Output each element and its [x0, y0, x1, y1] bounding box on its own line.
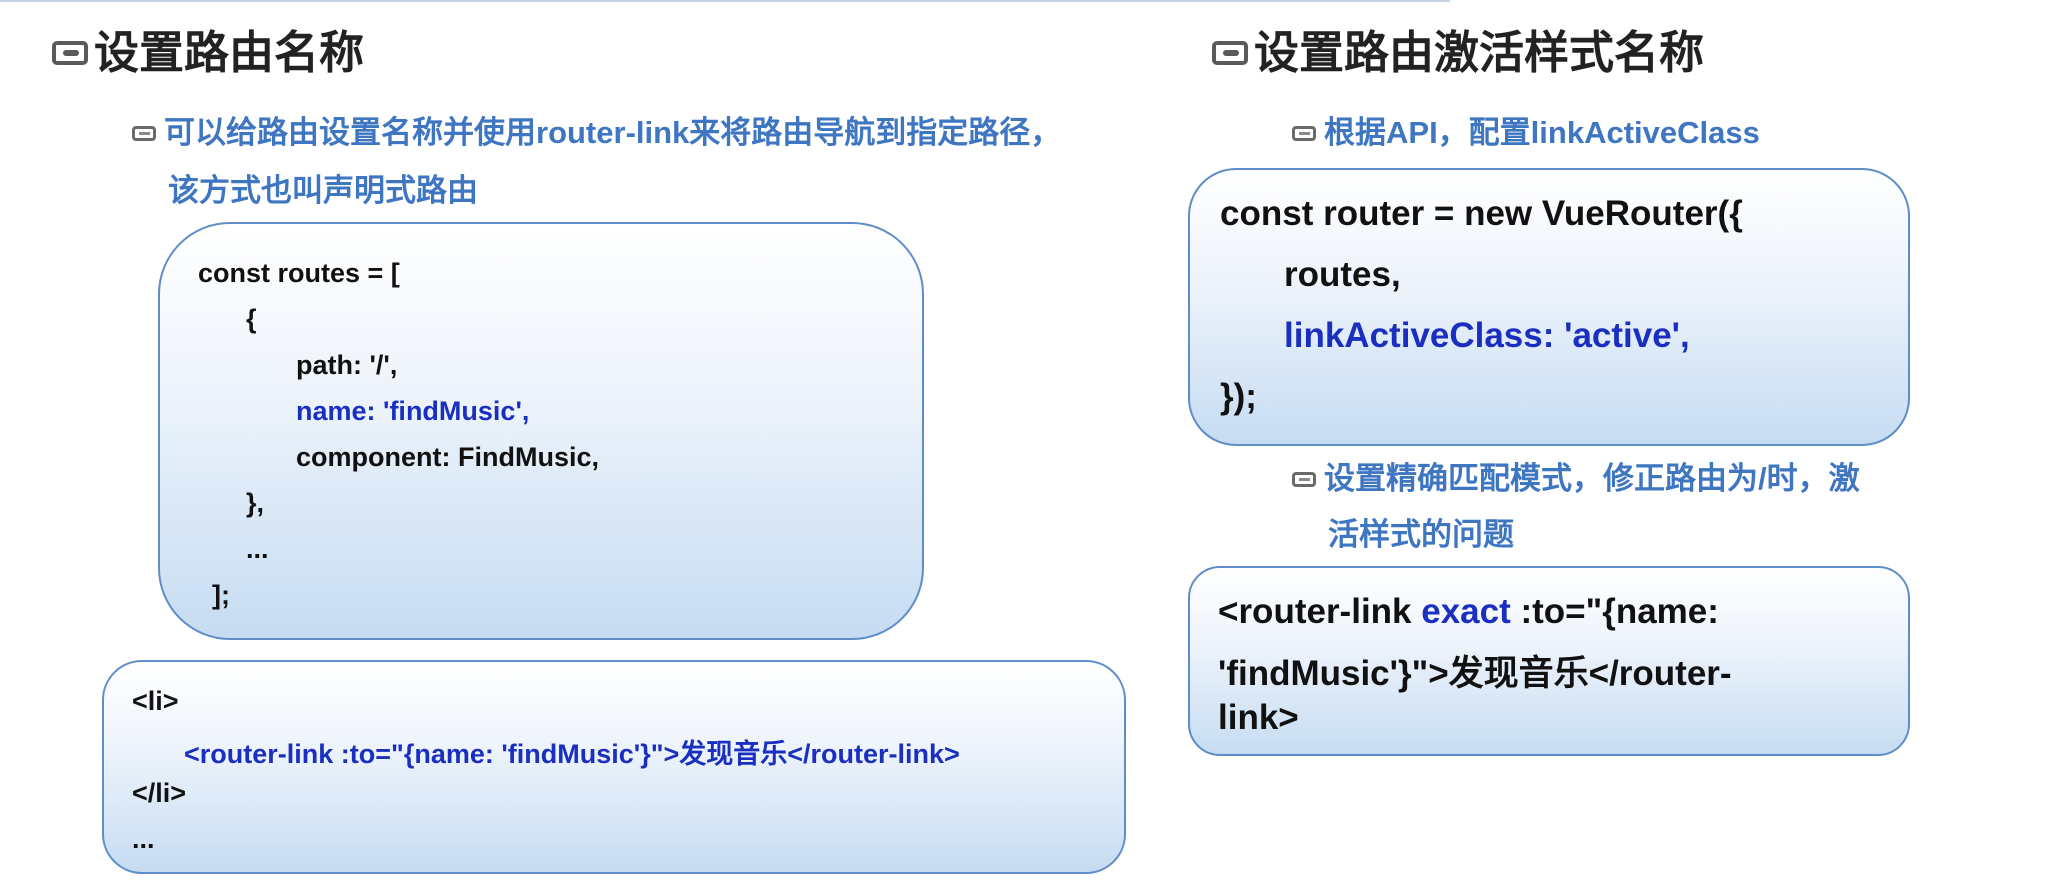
- code-line: routes,: [1284, 255, 1401, 294]
- code-fragment: :to="{name:: [1510, 592, 1719, 631]
- bullet-icon: [1292, 126, 1316, 141]
- code-line: <li>: [132, 686, 179, 716]
- right-bullet-2-line1: 设置精确匹配模式，修正路由为/时，激: [1324, 461, 1860, 496]
- code-line: <router-link exact :to="{name:: [1218, 592, 1719, 632]
- left-bullet: 可以给路由设置名称并使用router-link来将路由导航到指定路径，: [132, 104, 1061, 162]
- code-line: link>: [1218, 698, 1299, 737]
- code-fragment: <router-link: [1218, 592, 1422, 631]
- slide-bullet-icon: [52, 40, 88, 65]
- router-code-box: const router = new VueRouter({ routes, l…: [1188, 168, 1910, 446]
- code-line: });: [1220, 377, 1257, 416]
- code-line: ...: [246, 534, 269, 564]
- slide-bullet-icon: [1212, 40, 1248, 65]
- right-section-title: 设置路由激活样式名称: [1212, 30, 1704, 75]
- code-line: 'findMusic'}">发现音乐</router-: [1218, 654, 1732, 693]
- code-line: {: [246, 304, 257, 334]
- code-line: component: FindMusic,: [296, 442, 599, 472]
- right-bullet-1-text: 根据API，配置linkActiveClass: [1324, 115, 1760, 150]
- code-line-highlight: linkActiveClass: 'active',: [1284, 316, 1690, 355]
- code-line: path: '/',: [296, 350, 398, 380]
- left-section-title: 设置路由名称: [52, 30, 364, 75]
- exact-code-box: <router-link exact :to="{name: 'findMusi…: [1188, 566, 1910, 756]
- code-line-highlight: name: 'findMusic',: [296, 396, 530, 426]
- right-title-text: 设置路由激活样式名称: [1254, 27, 1705, 78]
- left-bullet-line1: 可以给路由设置名称并使用router-link来将路由导航到指定路径，: [164, 115, 1062, 150]
- left-bullet-line2: 该方式也叫声明式路由: [168, 173, 478, 208]
- top-divider: [0, 0, 1450, 2]
- code-line: ...: [132, 824, 155, 854]
- right-bullet-2: 设置精确匹配模式，修正路由为/时，激: [1292, 450, 1860, 508]
- code-line-highlight: <router-link :to="{name: 'findMusic'}">发…: [184, 739, 960, 769]
- right-bullet-2-cont: 活样式的问题: [1328, 506, 1514, 564]
- code-keyword-exact: exact: [1421, 592, 1511, 631]
- bullet-icon: [132, 126, 156, 141]
- li-code-box: <li> <router-link :to="{name: 'findMusic…: [102, 660, 1126, 874]
- left-bullet-cont: 该方式也叫声明式路由: [168, 162, 478, 220]
- bullet-icon: [1292, 472, 1316, 487]
- code-line: </li>: [132, 778, 187, 808]
- code-line: const router = new VueRouter({: [1220, 194, 1743, 233]
- code-line: },: [246, 488, 265, 518]
- right-bullet-2-line2: 活样式的问题: [1328, 517, 1514, 552]
- left-title-text: 设置路由名称: [94, 27, 365, 78]
- routes-code-box: const routes = [ { path: '/', name: 'fin…: [158, 222, 924, 640]
- code-line: const routes = [: [198, 258, 400, 288]
- right-bullet-1: 根据API，配置linkActiveClass: [1292, 104, 1760, 162]
- code-line: ];: [212, 580, 230, 610]
